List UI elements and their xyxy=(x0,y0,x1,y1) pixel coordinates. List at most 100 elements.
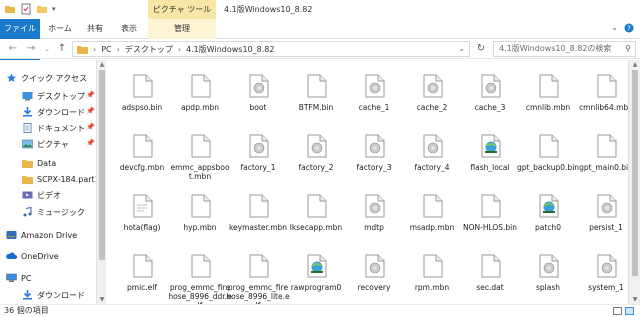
up-arrow-icon[interactable]: ↑ xyxy=(55,42,69,56)
file-item[interactable]: cache_2 xyxy=(400,66,464,126)
scroll-down-icon[interactable]: ▼ xyxy=(629,295,640,304)
sidebar-item[interactable]: OneDrive xyxy=(6,248,59,264)
sidebar-item[interactable]: ドキュメント xyxy=(22,120,85,136)
xml-file-icon xyxy=(307,254,327,278)
pin-icon: 📌 xyxy=(86,139,95,147)
file-item[interactable]: splash xyxy=(516,246,580,304)
file-item[interactable]: cache_3 xyxy=(458,66,522,126)
details-view-icon[interactable] xyxy=(613,307,622,315)
view-buttons xyxy=(613,307,634,315)
title-bar: ▾ ピクチャ ツール 4.1版Windows10_8.82 xyxy=(0,0,640,19)
tab-view[interactable]: 表示 xyxy=(112,19,146,39)
recent-locations-chevron-icon[interactable]: ⌄ xyxy=(40,42,54,56)
file-item[interactable]: recovery xyxy=(342,246,406,304)
address-dropdown-icon[interactable]: ⌄ xyxy=(458,42,465,56)
file-icon xyxy=(133,134,153,158)
file-item[interactable]: prog_emmc_firehose_8996_lite.elf xyxy=(226,246,290,304)
file-item[interactable]: devcfg.mbn xyxy=(110,126,174,186)
breadcrumb-current-folder[interactable]: 4.1版Windows10_8.82 xyxy=(186,44,274,55)
file-item[interactable]: system_1 xyxy=(574,246,628,304)
file-item[interactable]: adspso.bin xyxy=(110,66,174,126)
file-item[interactable]: factory_4 xyxy=(400,126,464,186)
file-item[interactable]: apdp.mbn xyxy=(168,66,232,126)
file-item[interactable]: persist_1 xyxy=(574,186,628,246)
file-item[interactable]: factory_1 xyxy=(226,126,290,186)
file-name: cache_3 xyxy=(474,103,506,112)
file-name: keymaster.mbn xyxy=(228,223,288,232)
sidebar-item[interactable]: ピクチャ xyxy=(22,136,69,152)
large-icons-view-icon[interactable] xyxy=(625,307,634,315)
back-arrow-icon[interactable]: ← xyxy=(6,42,20,56)
file-item[interactable]: emmc_appsboot.mbn xyxy=(168,126,232,186)
scroll-up-icon[interactable]: ▲ xyxy=(629,60,640,69)
breadcrumb-pc[interactable]: PC xyxy=(101,45,111,54)
file-item[interactable]: BTFM.bin xyxy=(284,66,348,126)
file-item[interactable]: gpt_main0.bin xyxy=(574,126,628,186)
tab-home[interactable]: ホーム xyxy=(42,19,78,39)
sidebar-item[interactable]: Data xyxy=(22,155,56,171)
file-item[interactable]: boot xyxy=(226,66,290,126)
file-item[interactable]: cache_1 xyxy=(342,66,406,126)
search-placeholder: 4.1版Windows10_8.82の検索 xyxy=(499,44,612,53)
file-name: cache_2 xyxy=(416,103,448,112)
file-item[interactable]: cmnlib64.mbn xyxy=(574,66,628,126)
file-item[interactable]: msadp.mbn xyxy=(400,186,464,246)
file-name: hota(flag) xyxy=(123,223,161,232)
sidebar-item-label: ダウンロード xyxy=(37,107,85,117)
chevron-down-icon[interactable]: ⌄ xyxy=(611,23,618,33)
sidebar-item[interactable]: ビデオ xyxy=(22,187,61,203)
amazon-drive-icon xyxy=(6,230,17,240)
properties-icon[interactable] xyxy=(20,3,32,15)
file-item[interactable]: hyp.mbn xyxy=(168,186,232,246)
file-item[interactable]: cmnlib.mbn xyxy=(516,66,580,126)
navigation-pane: クイック アクセス デスクトップ 📌 ダウンロード 📌 ドキュメント 📌 ピクチャ 📌 Data S… xyxy=(0,60,96,304)
search-input[interactable]: 4.1版Windows10_8.82の検索 ⚲ xyxy=(493,41,636,57)
file-name: emmc_appsboot.mbn xyxy=(170,163,230,181)
tab-share[interactable]: 共有 xyxy=(80,19,110,39)
file-item[interactable]: mdtp xyxy=(342,186,406,246)
sidebar-item[interactable]: デスクトップ xyxy=(22,88,85,104)
file-name: cmnlib64.mbn xyxy=(579,103,628,112)
file-item[interactable]: rpm.mbn xyxy=(400,246,464,304)
sidebar-item[interactable]: ダウンロード xyxy=(22,104,85,120)
qat-dropdown-icon[interactable]: ▾ xyxy=(52,5,56,13)
sidebar-item[interactable]: ダウンロード xyxy=(22,287,85,303)
file-item[interactable]: factory_2 xyxy=(284,126,348,186)
scrollbar-thumb[interactable] xyxy=(632,70,638,276)
file-item[interactable]: prog_emmc_firehose_8996_ddr.elf xyxy=(168,246,232,304)
file-item[interactable]: gpt_backup0.bin xyxy=(516,126,580,186)
file-item[interactable]: pmic.elf xyxy=(110,246,174,304)
breadcrumb-desktop[interactable]: デスクトップ xyxy=(125,44,173,55)
onedrive-icon xyxy=(6,251,18,261)
forward-arrow-icon[interactable]: → xyxy=(24,42,38,56)
tab-manage[interactable]: 管理 xyxy=(148,19,216,39)
address-bar[interactable]: › PC › デスクトップ › 4.1版Windows10_8.82 ⌄ xyxy=(72,41,470,57)
file-item[interactable]: sec.dat xyxy=(458,246,522,304)
file-item[interactable]: keymaster.mbn xyxy=(226,186,290,246)
file-name: prog_emmc_firehose_8996_lite.elf xyxy=(226,283,290,304)
file-icon xyxy=(307,74,327,98)
sidebar-item[interactable]: SCPX-184.part1 xyxy=(22,171,96,187)
file-item[interactable]: NON-HLOS.bin xyxy=(458,186,522,246)
scrollbar-thumb[interactable] xyxy=(99,70,105,260)
sidebar-item[interactable]: PC xyxy=(6,270,31,286)
file-item[interactable]: factory_3 xyxy=(342,126,406,186)
help-icon[interactable]: ? xyxy=(624,23,634,33)
sidebar-item[interactable]: Amazon Drive xyxy=(6,227,77,243)
sidebar-item[interactable]: クイック アクセス xyxy=(6,70,87,86)
file-name: system_1 xyxy=(588,283,624,292)
refresh-icon[interactable]: ↻ xyxy=(474,42,488,56)
sidebar-item-label: クイック アクセス xyxy=(21,73,88,83)
file-item[interactable]: patch0 xyxy=(516,186,580,246)
content-scrollbar[interactable]: ▲ ▼ xyxy=(628,60,640,304)
new-folder-icon[interactable] xyxy=(36,3,48,15)
file-item[interactable]: flash_local xyxy=(458,126,522,186)
file-icon xyxy=(191,134,211,158)
image-file-icon xyxy=(365,254,385,278)
navigation-scrollbar[interactable]: ▲ ▼ xyxy=(96,60,106,304)
file-item[interactable]: lksecapp.mbn xyxy=(284,186,348,246)
sidebar-item[interactable]: ミュージック xyxy=(22,204,85,220)
file-item[interactable]: rawprogram0 xyxy=(284,246,348,304)
file-item[interactable]: hota(flag) xyxy=(110,186,174,246)
desktop-icon xyxy=(22,91,33,101)
